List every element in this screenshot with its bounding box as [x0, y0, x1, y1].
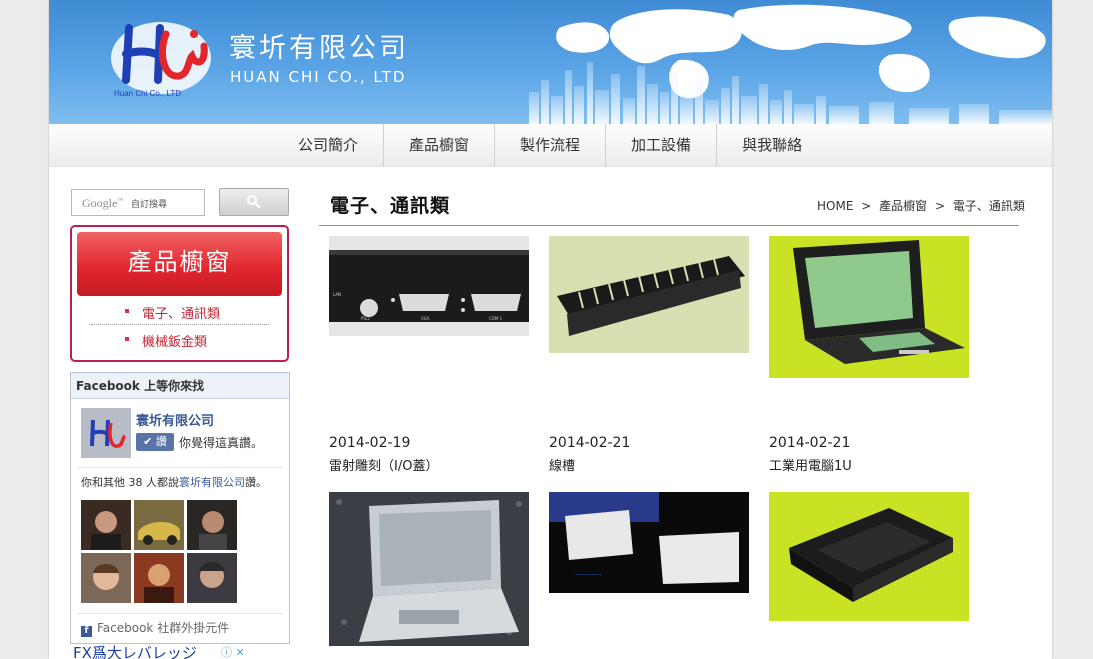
facebook-like-button[interactable]: ✔ 讚	[136, 433, 174, 451]
product-image[interactable]: PS/2 VGA COM 1 LAN	[329, 236, 529, 336]
fan-avatar[interactable]	[187, 500, 237, 550]
product-menu-title[interactable]: 產品櫥窗	[77, 232, 282, 296]
fan-avatar[interactable]	[187, 553, 237, 603]
nav-item-products[interactable]: 產品櫥窗	[384, 124, 496, 166]
product-name[interactable]: 工業用電腦1U	[769, 455, 852, 474]
nav-item-contact[interactable]: 與我聯絡	[717, 124, 827, 166]
fan-avatar[interactable]	[134, 553, 184, 603]
google-brand-label: Google™	[82, 196, 124, 210]
svg-text:PS/2: PS/2	[361, 316, 370, 321]
product-image[interactable]	[549, 236, 749, 353]
page: Huan Chi Co., LTD 寰圻有限公司 HUAN CHI CO., L…	[49, 0, 1052, 659]
header-banner: Huan Chi Co., LTD 寰圻有限公司 HUAN CHI CO., L…	[49, 0, 1052, 124]
product-date: 2014-02-19	[329, 435, 411, 451]
facebook-widget-header: Facebook 上等你來找	[71, 373, 289, 399]
svg-text:LAN: LAN	[333, 292, 341, 297]
breadcrumb-products[interactable]: 產品櫥窗	[879, 199, 927, 213]
product-image[interactable]	[769, 236, 969, 378]
facebook-like-text: 你覺得這真讚。	[179, 436, 264, 450]
nav-item-about[interactable]: 公司簡介	[274, 124, 385, 166]
nav-item-equipment[interactable]: 加工設備	[606, 124, 718, 166]
facebook-page-name[interactable]: 寰圻有限公司	[136, 410, 214, 429]
search-placeholder: 自訂搜尋	[131, 200, 168, 210]
facebook-like-count: 你和其他 38 人都說寰圻有限公司讚。	[81, 476, 267, 489]
svg-text:VGA: VGA	[421, 316, 430, 321]
logo-thumbnail-icon	[81, 408, 131, 458]
fan-avatar[interactable]	[81, 553, 131, 603]
facebook-page-link[interactable]: 寰圻有限公司	[179, 476, 245, 489]
product-menu: 產品櫥窗 電子、通訊類 機械鈑金類	[70, 225, 289, 362]
breadcrumb-current: 電子、通訊類	[952, 199, 1025, 213]
like-button-label: 讚	[155, 435, 167, 448]
breadcrumb-separator: >	[934, 199, 946, 213]
product-name[interactable]: 雷射雕刻（I/O蓋）	[329, 455, 438, 474]
company-name-zh: 寰圻有限公司	[229, 33, 409, 64]
product-date: 2014-02-21	[769, 435, 851, 451]
search-icon	[247, 195, 261, 209]
breadcrumb-separator: >	[861, 199, 872, 213]
facebook-divider	[77, 467, 283, 468]
title-divider	[319, 225, 1019, 226]
facebook-icon: f	[81, 626, 92, 637]
fan-avatar[interactable]	[81, 500, 131, 550]
company-name-en: HUAN CHI CO., LTD	[230, 68, 407, 86]
facebook-plugin-footer[interactable]: f Facebook 社群外掛元件	[81, 619, 229, 637]
product-image[interactable]	[769, 492, 969, 621]
facebook-widget: Facebook 上等你來找 寰圻有限公司 ✔ 讚 你覺得這真讚。 你和其他 3…	[70, 372, 290, 644]
logo-caption: Huan Chi Co., LTD	[114, 89, 181, 98]
world-map-graphic	[529, 4, 1052, 124]
main-nav: 公司簡介 產品櫥窗 製作流程 加工設備 與我聯絡	[49, 124, 1052, 167]
breadcrumb-home[interactable]: HOME	[817, 199, 853, 213]
product-name[interactable]: 線槽	[549, 455, 575, 474]
svg-text:COM 1: COM 1	[489, 316, 503, 321]
nav-item-process[interactable]: 製作流程	[495, 124, 607, 166]
product-date: 2014-02-21	[549, 435, 631, 451]
category-divider	[91, 324, 269, 325]
page-title: 電子、通訊類	[330, 195, 451, 217]
category-link-electronics[interactable]: 電子、通訊類	[124, 303, 220, 322]
company-logo: Huan Chi Co., LTD	[111, 22, 211, 98]
ad-banner-text[interactable]: FX爲大レバレッジ	[73, 642, 197, 659]
ad-choices-icon[interactable]: ⓘ ✕	[221, 644, 245, 659]
product-image[interactable]	[329, 492, 529, 646]
search-input[interactable]: Google™ 自訂搜尋	[71, 189, 205, 216]
product-image[interactable]: ~~~~~~~~	[549, 492, 749, 593]
fan-avatar[interactable]	[134, 500, 184, 550]
facebook-divider	[77, 613, 283, 614]
search-button[interactable]	[219, 188, 289, 216]
svg-text:~~~~~~~~: ~~~~~~~~	[575, 572, 602, 577]
category-link-sheet-metal[interactable]: 機械鈑金類	[124, 331, 207, 350]
facebook-page-avatar[interactable]	[81, 408, 131, 458]
breadcrumb: HOME > 產品櫥窗 > 電子、通訊類	[815, 197, 1027, 214]
